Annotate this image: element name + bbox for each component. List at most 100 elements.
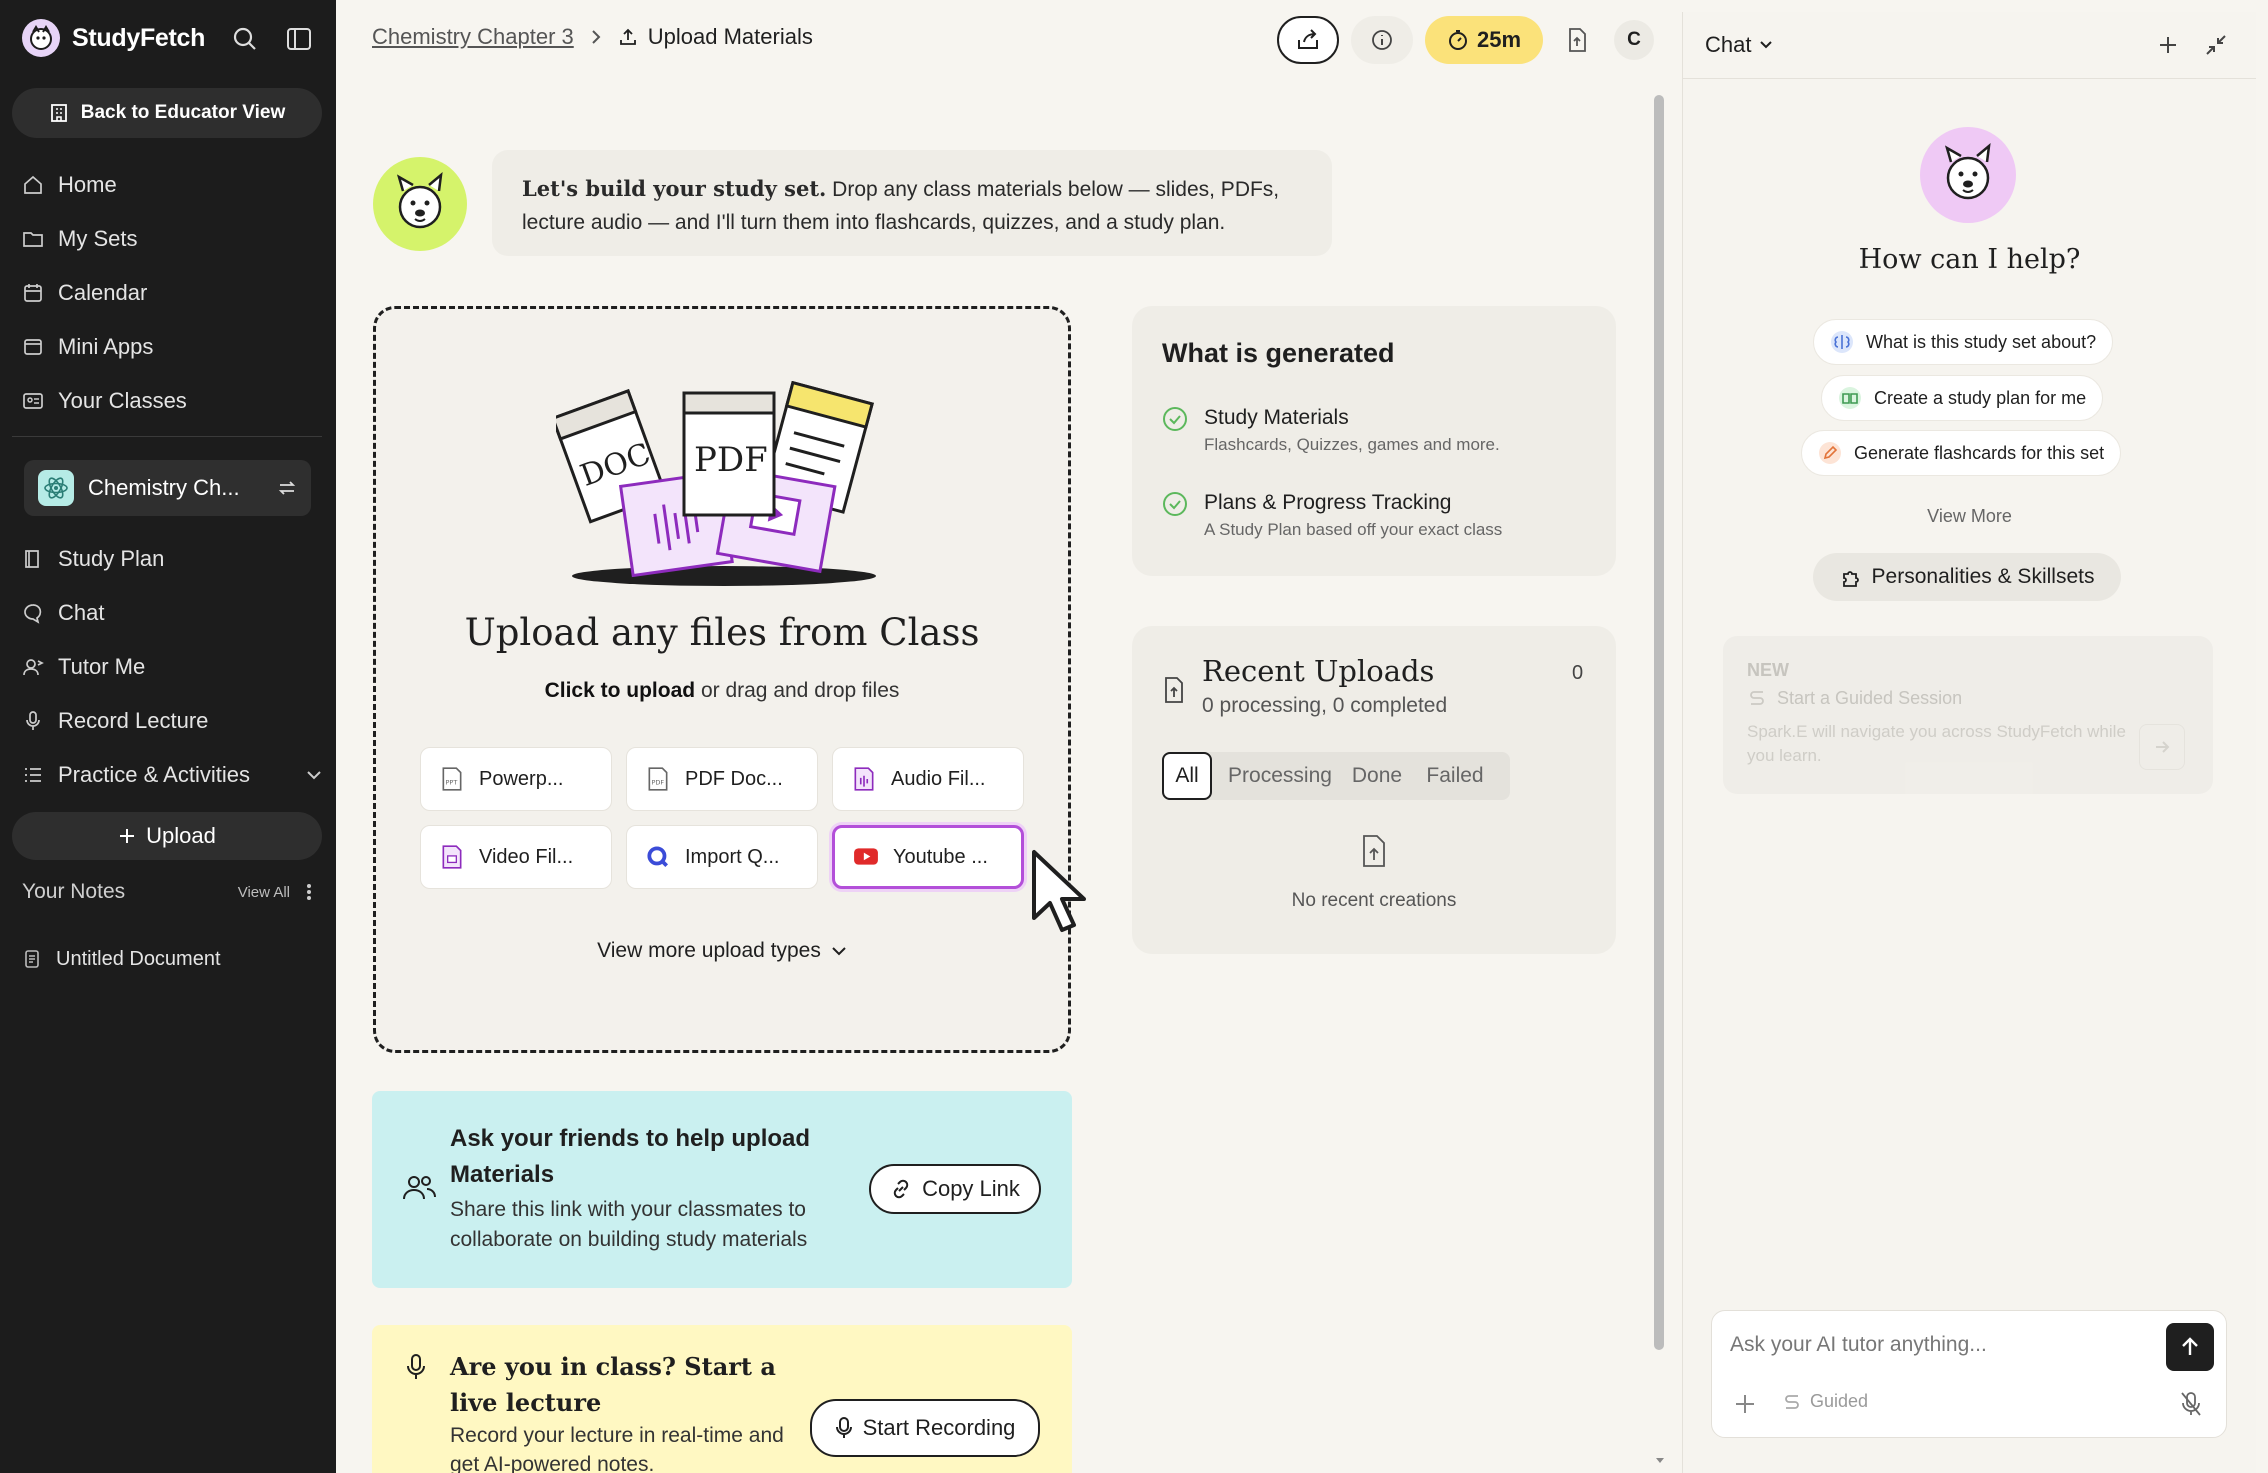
note-item-label: Untitled Document (56, 947, 221, 970)
building-icon (50, 104, 67, 122)
start-recording-button[interactable]: Start Recording (810, 1399, 1040, 1457)
timer-button[interactable]: 25m (1425, 16, 1543, 64)
chevron-down-icon (1760, 41, 1773, 49)
breadcrumb: Chemistry Chapter 3 Upload Materials (372, 24, 813, 50)
sidebar-item-home[interactable]: Home (22, 165, 322, 205)
set-nav-item-tutor-me[interactable]: Tutor Me (22, 647, 322, 687)
back-to-educator-button[interactable]: Back to Educator View (12, 88, 322, 138)
friends-text: Share this link with your classmates to … (450, 1198, 808, 1251)
tab-processing[interactable]: Processing (1220, 752, 1340, 800)
invite-friends-card: Ask your friends to help upload Material… (372, 1091, 1072, 1288)
generated-item: Study Materials Flashcards, Quizzes, game… (1162, 406, 1500, 455)
new-chat-plus-icon[interactable] (2157, 34, 2179, 56)
tab-all[interactable]: All (1162, 752, 1212, 800)
atom-icon (38, 470, 74, 506)
recent-count: 0 (1572, 662, 1584, 684)
set-nav-item-practice-activities[interactable]: Practice & Activities (22, 755, 322, 795)
sidebar-item-your-classes[interactable]: Your Classes (22, 381, 322, 421)
guided-new-badge: NEW (1747, 660, 1789, 680)
upload-type-youtube[interactable]: Youtube ... (832, 825, 1024, 889)
avatar[interactable]: C (1614, 20, 1654, 60)
brand[interactable]: StudyFetch (22, 19, 205, 57)
search-icon[interactable] (228, 22, 262, 56)
send-button[interactable] (2166, 1323, 2214, 1371)
folder-icon (23, 232, 43, 247)
sidebar-item-my-sets[interactable]: My Sets (22, 219, 322, 259)
upload-type-audio-file[interactable]: Audio Fil... (832, 747, 1024, 811)
upload-type-ppt-file[interactable]: PPT Powerp... (420, 747, 612, 811)
set-nav-item-study-plan[interactable]: Study Plan (22, 539, 322, 579)
chat-selector[interactable]: Chat (1705, 32, 1773, 58)
generated-item-sub: Flashcards, Quizzes, games and more. (1204, 435, 1500, 454)
nav-label: Record Lecture (58, 708, 209, 733)
pdf-file-icon: PDF (648, 767, 668, 791)
chat-view-more[interactable]: View More (1683, 506, 2256, 527)
attach-plus-icon[interactable] (1734, 1393, 1756, 1415)
dropzone-subtitle: Click to upload or drag and drop files (376, 679, 1068, 703)
recent-uploads-card: Recent Uploads 0 processing, 0 completed… (1132, 626, 1616, 954)
generated-item: Plans & Progress Tracking A Study Plan ba… (1162, 491, 1502, 540)
upload-type-quizlet[interactable]: Import Q... (626, 825, 818, 889)
file-upload-icon (1363, 835, 1385, 867)
suggestion-generate-flashcards[interactable]: Generate flashcards for this set (1801, 430, 2122, 476)
guided-session-card[interactable]: NEW Start a Guided Session Spark.E will … (1723, 636, 2213, 794)
chevron-down-icon[interactable] (306, 769, 322, 781)
export-button[interactable] (1556, 16, 1598, 64)
ppt-file-icon: PPT (442, 767, 462, 791)
breadcrumb-parent-link[interactable]: Chemistry Chapter 3 (372, 24, 574, 50)
share-icon (1298, 29, 1318, 49)
scroll-down-icon[interactable] (1655, 1457, 1665, 1465)
notes-title: Your Notes (22, 880, 126, 903)
breadcrumb-current: Upload Materials (618, 24, 813, 50)
microphone-off-icon[interactable] (2180, 1391, 2202, 1417)
switch-set-icon[interactable] (277, 478, 297, 498)
guided-text: Spark.E will navigate you across StudyFe… (1747, 722, 2126, 765)
youtube-icon (854, 848, 878, 865)
upload-type-pdf-file[interactable]: PDF PDF Doc... (626, 747, 818, 811)
chat-input[interactable]: Ask your AI tutor anything... (1730, 1333, 1987, 1357)
share-button[interactable] (1277, 16, 1339, 64)
suggestion-label: What is this study set about? (1866, 331, 2097, 352)
puzzle-icon (1842, 571, 1859, 587)
timer-icon (1448, 30, 1467, 50)
chat-header-divider (1683, 78, 2256, 79)
current-set-card[interactable]: Chemistry Ch... (24, 460, 311, 516)
view-more-label: View more upload types (597, 939, 821, 962)
dog-mascot-icon (1944, 143, 1991, 200)
minimize-icon[interactable] (2205, 34, 2227, 56)
copy-link-button[interactable]: Copy Link (869, 1164, 1041, 1214)
upload-type-video-file[interactable]: Video Fil... (420, 825, 612, 889)
mouse-cursor-icon (1032, 850, 1086, 932)
generated-item-sub: A Study Plan based off your exact class (1204, 520, 1503, 539)
classes-icon (23, 393, 43, 409)
sidebar-item-mini-apps[interactable]: Mini Apps (22, 327, 322, 367)
recent-title: Recent Uploads (1202, 654, 1435, 688)
collapse-sidebar-icon[interactable] (282, 22, 316, 56)
personalities-skillsets-button[interactable]: Personalities & Skillsets (1813, 553, 2121, 601)
upload-button[interactable]: Upload (12, 812, 322, 860)
set-nav-item-record-lecture[interactable]: Record Lecture (22, 701, 322, 741)
suggestion-study-set-about[interactable]: What is this study set about? (1813, 319, 2114, 365)
upload-type-label: Import Q... (685, 845, 780, 868)
view-more-upload-types[interactable]: View more upload types (376, 939, 1068, 963)
suggestion-study-plan[interactable]: Create a study plan for me (1821, 375, 2104, 421)
intro-bold: Let's build your study set. (522, 176, 827, 201)
chat-bubble-icon (24, 604, 42, 624)
guided-toggle[interactable]: Guided (1782, 1391, 1868, 1412)
link-icon (893, 1179, 909, 1199)
main-scrollbar[interactable] (1654, 95, 1664, 1350)
guided-start-button[interactable] (2139, 724, 2185, 770)
chat-panel: Chat How can I help? What is this study … (1682, 12, 2256, 1473)
recent-empty: No recent creations (1291, 890, 1457, 911)
tab-done[interactable]: Done (1346, 752, 1408, 800)
notes-view-all-link[interactable]: View All (238, 884, 290, 901)
quizlet-icon (647, 846, 669, 868)
tab-failed[interactable]: Failed (1412, 752, 1498, 800)
more-vertical-icon[interactable] (306, 882, 312, 902)
note-item[interactable]: Untitled Document (22, 939, 322, 979)
info-button[interactable] (1351, 16, 1413, 64)
guided-toggle-label: Guided (1810, 1391, 1869, 1411)
upload-dropzone[interactable]: DOC PDF Upload any files from Class Clic… (373, 306, 1071, 1053)
set-nav-item-chat[interactable]: Chat (22, 593, 322, 633)
sidebar-item-calendar[interactable]: Calendar (22, 273, 322, 313)
